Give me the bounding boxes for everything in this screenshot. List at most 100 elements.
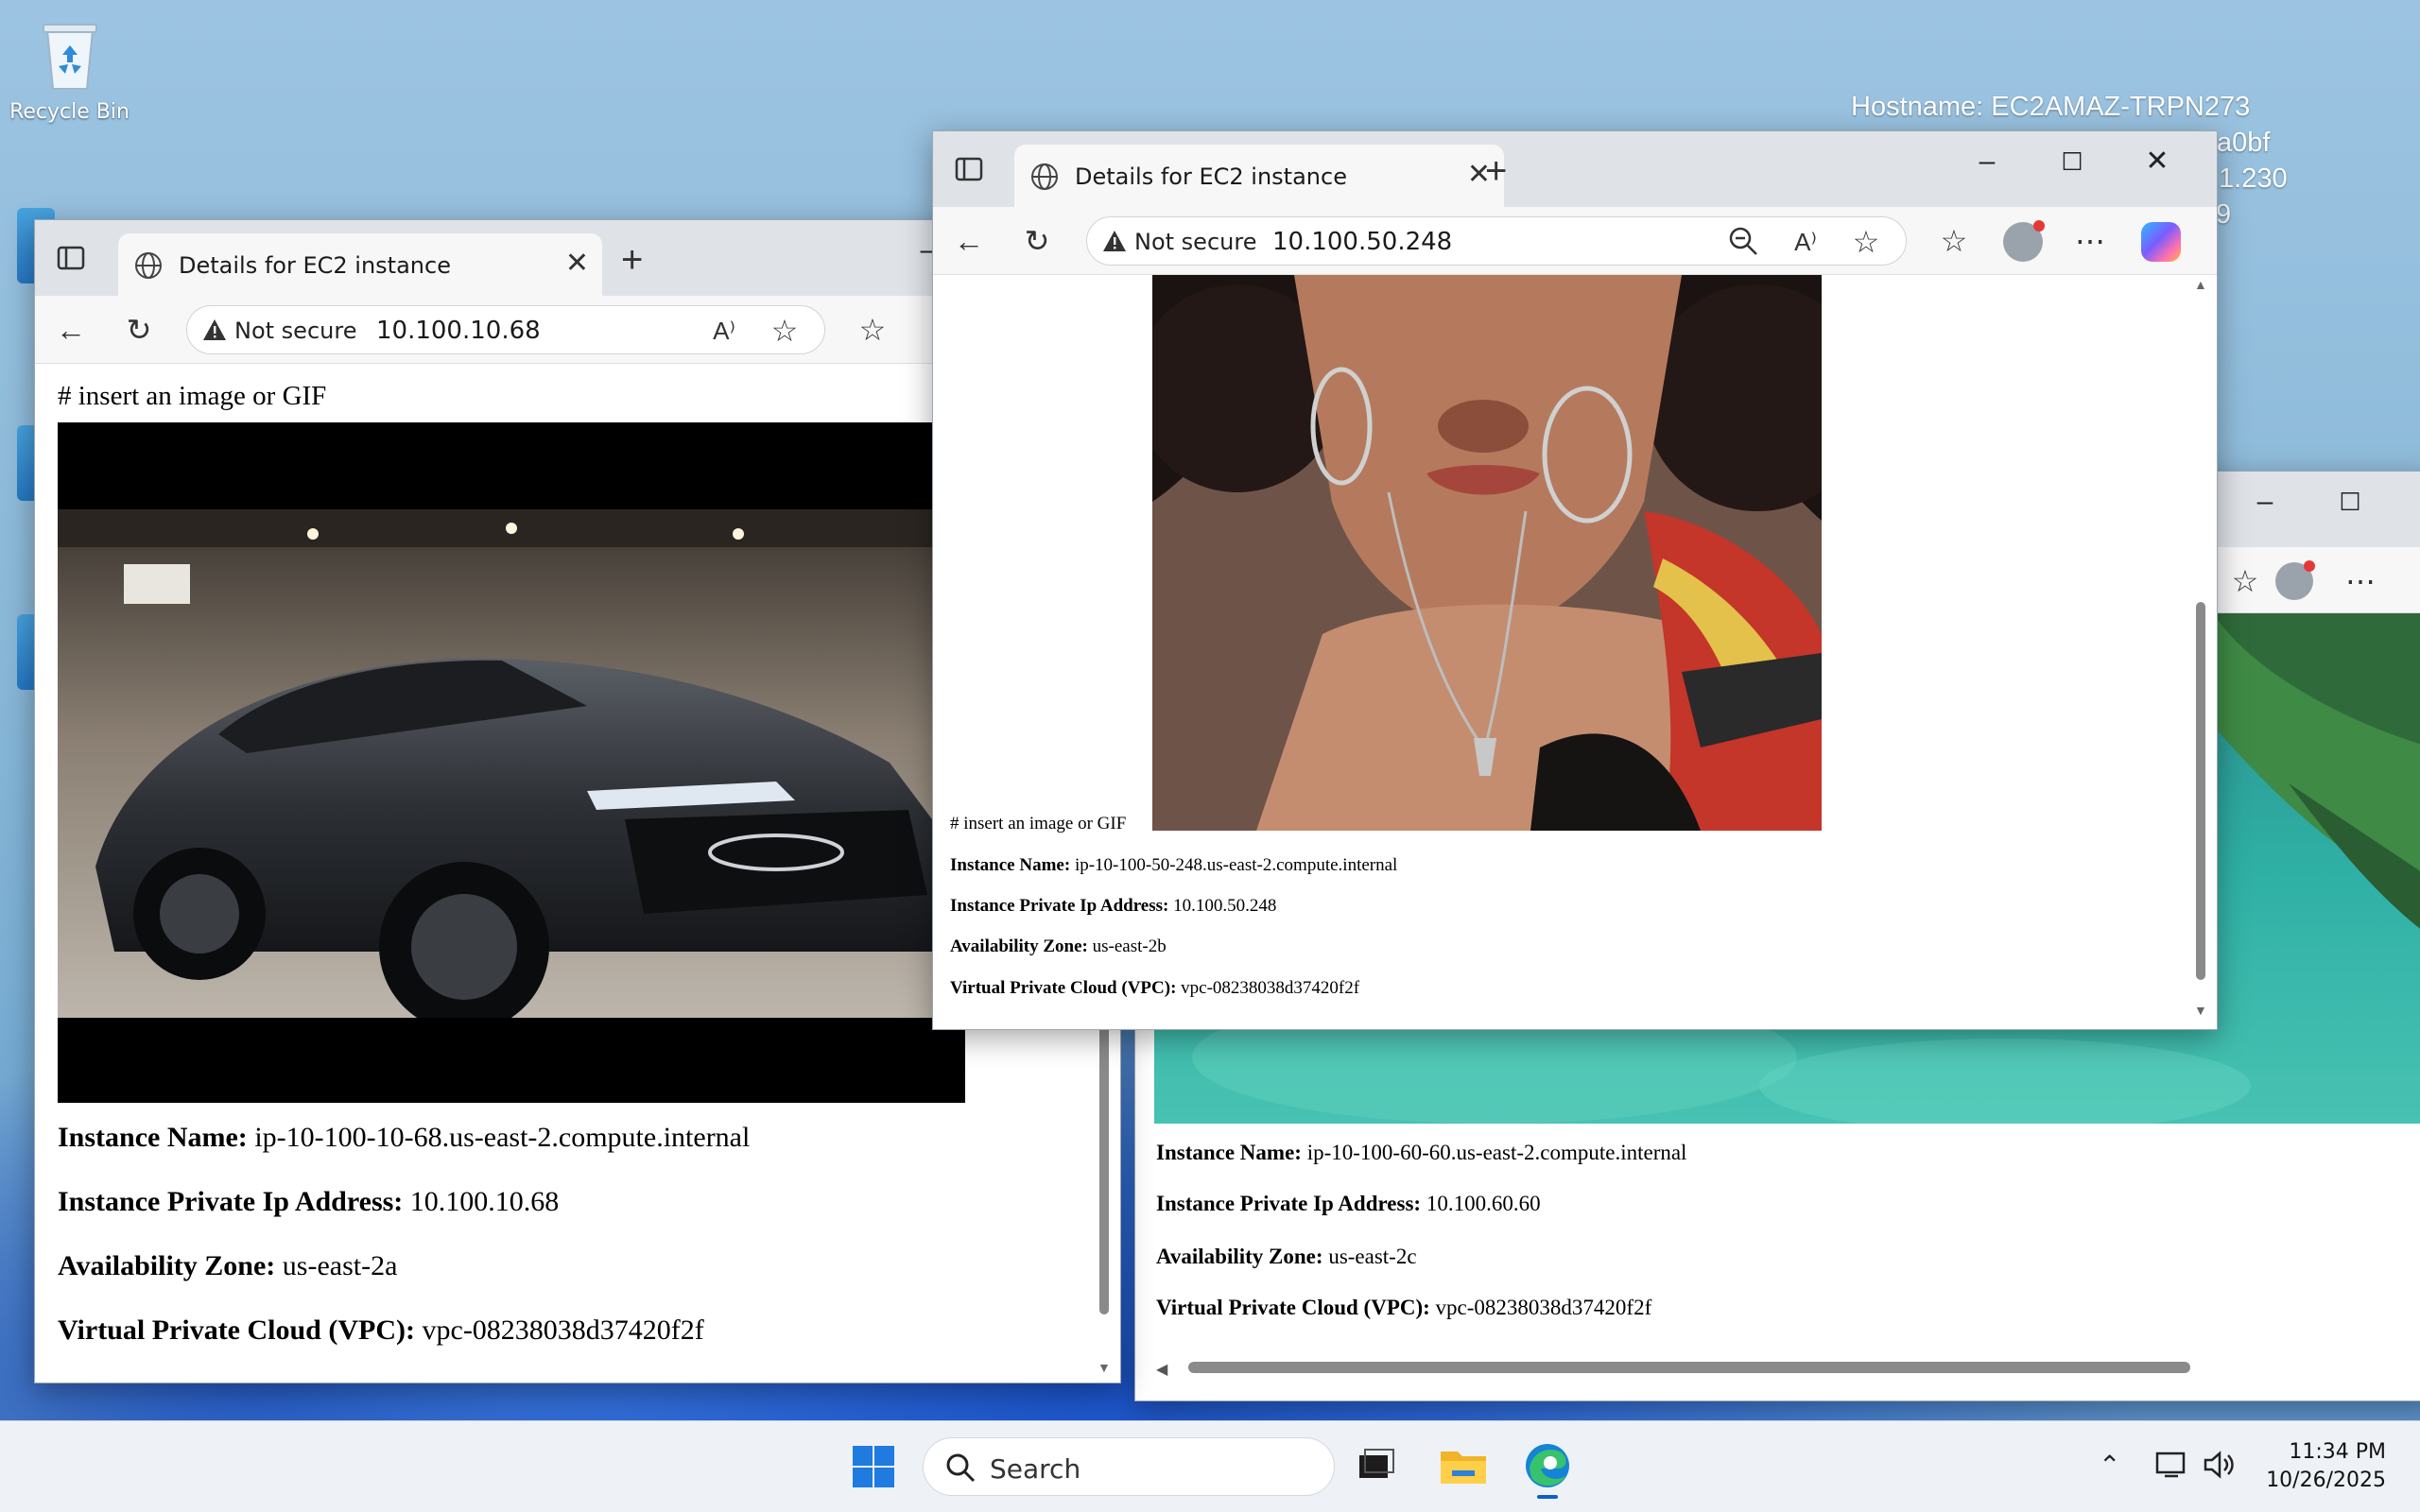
vpc-label: Virtual Private Cloud (VPC): xyxy=(1156,1296,1430,1319)
warning-icon xyxy=(1102,229,1127,253)
car-image xyxy=(58,422,965,1103)
favorites-icon[interactable]: ☆ xyxy=(1937,224,1971,258)
az-row: Availability Zone: us-east-2b xyxy=(950,936,1167,957)
url-text[interactable]: 10.100.10.68 xyxy=(376,317,541,345)
vpc-label: Virtual Private Cloud (VPC): xyxy=(950,978,1177,998)
close-window-button[interactable]: ✕ xyxy=(2115,131,2200,192)
vpc-value: vpc-08238038d37420f2f xyxy=(1181,978,1360,998)
recycle-bin-icon xyxy=(40,17,100,93)
instance-name-label: Instance Name: xyxy=(58,1122,248,1153)
start-button[interactable] xyxy=(851,1438,898,1495)
vpc-row: Virtual Private Cloud (VPC): vpc-0823803… xyxy=(58,1314,704,1347)
recycle-bin-shortcut[interactable]: Recycle Bin xyxy=(6,17,133,124)
zoom-out-icon[interactable] xyxy=(1726,225,1760,259)
tab-title: Details for EC2 instance xyxy=(179,252,451,279)
vpc-value: vpc-08238038d37420f2f xyxy=(1435,1296,1652,1319)
instance-name-label: Instance Name: xyxy=(950,855,1071,875)
tab-ec2-details[interactable]: Details for EC2 instance ✕ xyxy=(1014,145,1504,207)
warning-icon xyxy=(202,318,227,342)
vpc-row: Virtual Private Cloud (VPC): vpc-0823803… xyxy=(950,978,1359,999)
globe-icon xyxy=(1029,162,1060,192)
instance-name-value: ip-10-100-50-248.us-east-2.compute.inter… xyxy=(1074,855,1398,875)
network-icon[interactable] xyxy=(2155,1450,2189,1485)
url-text[interactable]: 10.100.50.248 xyxy=(1272,228,1452,256)
address-bar[interactable]: Not secure 10.100.50.248 A⁾ ☆ xyxy=(1086,216,1907,266)
close-tab-icon[interactable]: ✕ xyxy=(565,249,589,279)
back-icon[interactable]: ← xyxy=(952,224,986,258)
read-aloud-icon[interactable]: A⁾ xyxy=(707,314,741,348)
tab-bar: Details for EC2 instance ✕ + – ☐ ✕ xyxy=(933,131,2217,207)
ip-value: 10.100.10.68 xyxy=(409,1186,560,1217)
scrollbar-thumb[interactable] xyxy=(1099,1025,1109,1314)
back-icon[interactable]: ← xyxy=(54,313,88,347)
instance-name-label: Instance Name: xyxy=(1156,1141,1302,1164)
system-clock[interactable]: 11:34 PM 10/26/2025 xyxy=(2266,1438,2386,1495)
not-secure-label: Not secure xyxy=(1134,229,1257,255)
ip-row: Instance Private Ip Address: 10.100.60.6… xyxy=(1156,1192,1541,1216)
page-heading: # insert an image or GIF xyxy=(58,381,327,411)
portrait-image xyxy=(1152,275,1822,831)
profile-icon[interactable] xyxy=(2275,560,2315,600)
minimize-button[interactable]: – xyxy=(1945,131,2030,192)
scroll-down-arrow[interactable]: ▼ xyxy=(2194,1005,2207,1020)
read-aloud-icon[interactable]: A⁾ xyxy=(1789,225,1823,259)
vpc-value: vpc-08238038d37420f2f xyxy=(422,1314,704,1346)
scroll-left-arrow[interactable]: ◀ xyxy=(1156,1360,1167,1379)
taskbar-search[interactable]: Search xyxy=(923,1437,1335,1496)
instance-name-row: Instance Name: ip-10-100-50-248.us-east-… xyxy=(950,855,1397,876)
instance-name-value: ip-10-100-10-68.us-east-2.compute.intern… xyxy=(254,1122,751,1153)
page-content: Instance Name: ip-10-100-60-60.us-east-2… xyxy=(1135,1124,2420,1400)
vertical-scrollbar[interactable]: ▲ ▼ xyxy=(2188,275,2213,1029)
tab-actions-icon[interactable] xyxy=(54,243,88,277)
az-row: Availability Zone: us-east-2c xyxy=(1156,1245,1417,1269)
recycle-bin-label: Recycle Bin xyxy=(9,100,130,124)
refresh-icon[interactable]: ↻ xyxy=(122,313,156,347)
ip-value: 10.100.60.60 xyxy=(1426,1192,1541,1215)
scroll-down-arrow[interactable]: ▼ xyxy=(1098,1362,1111,1377)
volume-icon[interactable] xyxy=(2203,1450,2237,1485)
more-options-icon[interactable]: ⋯ xyxy=(2343,564,2377,598)
az-label: Availability Zone: xyxy=(950,936,1088,956)
az-value: us-east-2c xyxy=(1328,1245,1417,1268)
chevron-up-icon[interactable]: ⌃ xyxy=(2099,1450,2120,1481)
copilot-icon[interactable] xyxy=(2141,222,2181,262)
maximize-button[interactable]: ☐ xyxy=(2308,472,2393,532)
file-explorer-icon[interactable] xyxy=(1439,1438,1488,1495)
tab-actions-icon[interactable] xyxy=(952,154,986,188)
page-content: # insert an image or GIF Instance Name: … xyxy=(933,275,2217,1029)
page-heading: # insert an image or GIF xyxy=(950,814,1127,833)
az-value: us-east-2a xyxy=(282,1250,398,1281)
bginfo-line2: a0bf xyxy=(2217,128,2271,158)
task-view-icon[interactable] xyxy=(1356,1438,1397,1495)
new-tab-button[interactable]: + xyxy=(621,241,643,279)
vpc-label: Virtual Private Cloud (VPC): xyxy=(58,1314,415,1346)
maximize-button[interactable]: ☐ xyxy=(2030,131,2115,192)
az-label: Availability Zone: xyxy=(58,1250,276,1281)
toolbar: ← ↻ Not secure 10.100.50.248 A⁾ ☆ ☆ ⋯ xyxy=(933,207,2217,275)
favorite-star-icon[interactable]: ☆ xyxy=(1849,225,1883,259)
favorites-icon[interactable]: ☆ xyxy=(856,313,890,347)
favorite-star-icon[interactable]: ☆ xyxy=(768,314,802,348)
address-bar[interactable]: Not secure 10.100.10.68 A⁾ ☆ xyxy=(186,305,825,354)
minimize-button[interactable]: – xyxy=(2222,472,2308,532)
scroll-up-arrow[interactable]: ▲ xyxy=(2194,279,2207,294)
az-label: Availability Zone: xyxy=(1156,1245,1323,1268)
more-options-icon[interactable]: ⋯ xyxy=(2073,224,2107,258)
browser-window-front: Details for EC2 instance ✕ + – ☐ ✕ ← ↻ N… xyxy=(932,130,2218,1030)
horizontal-scrollbar[interactable]: ◀ xyxy=(1135,1354,2420,1379)
search-label: Search xyxy=(990,1453,1081,1485)
new-tab-button[interactable]: + xyxy=(1485,152,1507,190)
clock-time: 11:34 PM xyxy=(2289,1440,2386,1464)
active-app-indicator xyxy=(1537,1495,1558,1499)
ip-label: Instance Private Ip Address: xyxy=(1156,1192,1422,1215)
scrollbar-thumb[interactable] xyxy=(1188,1362,2190,1373)
ip-row: Instance Private Ip Address: 10.100.10.6… xyxy=(58,1186,559,1218)
tab-title: Details for EC2 instance xyxy=(1075,163,1347,190)
edge-browser-icon[interactable] xyxy=(1522,1438,1573,1499)
favorites-icon[interactable]: ☆ xyxy=(2228,564,2262,598)
profile-icon[interactable] xyxy=(2003,220,2045,262)
refresh-icon[interactable]: ↻ xyxy=(1020,224,1054,258)
tab-ec2-details[interactable]: Details for EC2 instance ✕ xyxy=(118,233,602,296)
ip-value: 10.100.50.248 xyxy=(1173,896,1277,916)
scrollbar-thumb[interactable] xyxy=(2196,602,2205,980)
